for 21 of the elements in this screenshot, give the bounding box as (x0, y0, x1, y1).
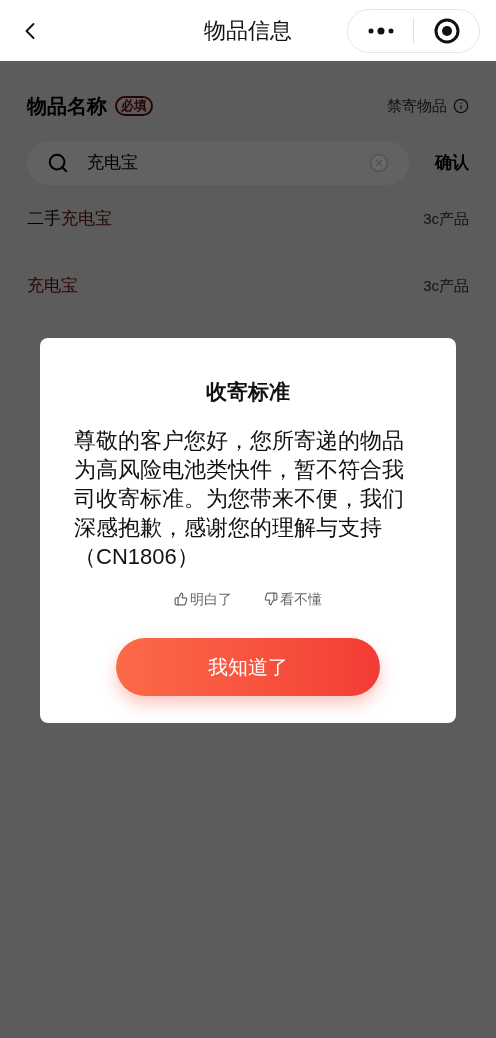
prohibited-items-link[interactable]: 禁寄物品 (387, 94, 447, 118)
required-badge: 必填 (115, 96, 153, 116)
thumbs-up-icon (174, 592, 188, 606)
page-title: 物品信息 (203, 17, 293, 45)
confirm-button[interactable]: 确认 (435, 150, 469, 176)
suggestion-item[interactable]: 二手充电宝 (27, 206, 112, 232)
search-field[interactable]: 充电宝 (27, 141, 409, 185)
feedback-button[interactable]: 看不懂 (264, 588, 322, 610)
suggestion-item[interactable]: 充电宝 (27, 273, 78, 299)
category-label: 3c产品 (423, 208, 469, 229)
search-icon (47, 152, 69, 174)
feedback-button[interactable]: 明白了 (174, 588, 232, 610)
dialog-title: 收寄标准 (206, 379, 290, 405)
dialog-message: 尊敬的客户您好，您所寄递的物品为高风险电池类快件，暂不符合我司收寄标准。为您带来不便，我们深感抱歉，感谢您的理解与支持（CN1806） (74, 426, 405, 571)
more-icon (366, 26, 395, 35)
acknowledge-button[interactable]: 我知道了 (116, 637, 380, 696)
info-icon[interactable] (453, 98, 469, 114)
section-title: 物品名称 (27, 94, 107, 119)
thumbs-down-icon (264, 592, 278, 606)
target-icon (433, 17, 460, 44)
category-label: 3c产品 (423, 275, 469, 296)
